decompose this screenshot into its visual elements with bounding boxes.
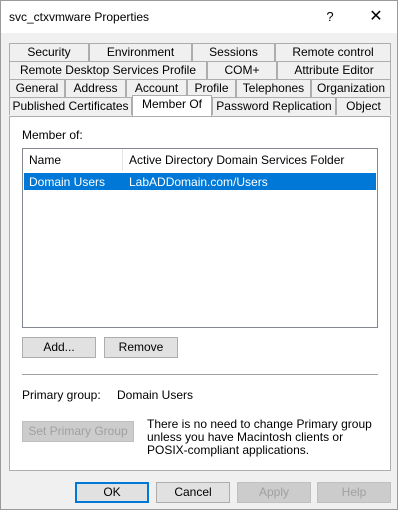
listview-header: Name Active Directory Domain Services Fo… [23,149,377,171]
tab-published-certificates[interactable]: Published Certificates [9,97,132,115]
tab-attribute-editor[interactable]: Attribute Editor [277,61,391,79]
tab-sessions[interactable]: Sessions [192,43,275,61]
tab-password-replication[interactable]: Password Replication [212,97,336,115]
member-of-label: Member of: [22,128,83,142]
primary-group-note: There is no need to change Primary group… [147,417,372,457]
section-divider [22,374,378,375]
ok-button[interactable]: OK [75,482,149,503]
tab-com-plus[interactable]: COM+ [207,61,277,79]
tab-row-1: Security Environment Sessions Remote con… [9,43,391,61]
help-button[interactable]: Help [317,482,391,503]
tab-remote-control[interactable]: Remote control [275,43,391,61]
properties-dialog: svc_ctxvmware Properties ? ✕ Security En… [0,0,398,510]
column-header-name[interactable]: Name [29,153,61,167]
remove-button[interactable]: Remove [104,337,178,358]
row-folder-cell: LabADDomain.com/Users [129,175,268,189]
primary-group-value: Domain Users [117,388,194,402]
set-primary-group-button[interactable]: Set Primary Group [22,421,134,442]
tab-member-of[interactable]: Member Of [132,95,212,116]
apply-button[interactable]: Apply [237,482,311,503]
add-button[interactable]: Add... [22,337,96,358]
primary-group-label: Primary group: [22,388,101,402]
help-title-button[interactable]: ? [313,1,347,33]
member-of-listview[interactable]: Name Active Directory Domain Services Fo… [22,148,378,328]
tab-row-2: Remote Desktop Services Profile COM+ Att… [9,61,391,79]
tab-address[interactable]: Address [65,79,126,97]
tab-environment[interactable]: Environment [89,43,192,61]
close-button[interactable]: ✕ [359,1,393,33]
row-name-cell: Domain Users [29,175,106,189]
cancel-button[interactable]: Cancel [156,482,230,503]
tab-object[interactable]: Object [336,97,391,115]
tab-general[interactable]: General [9,79,65,97]
tab-row-4: Published Certificates Member Of Passwor… [9,95,391,116]
column-header-folder[interactable]: Active Directory Domain Services Folder [129,153,344,167]
tab-telephones[interactable]: Telephones [236,79,311,97]
column-separator[interactable] [122,149,123,171]
title-bar: svc_ctxvmware Properties ? ✕ [1,1,397,33]
tab-organization[interactable]: Organization [311,79,391,97]
member-of-panel: Member of: Name Active Directory Domain … [9,116,391,471]
window-title: svc_ctxvmware Properties [9,10,150,24]
table-row[interactable]: Domain Users LabADDomain.com/Users [24,173,376,190]
tab-security[interactable]: Security [9,43,89,61]
tab-remote-desktop-services-profile[interactable]: Remote Desktop Services Profile [9,61,207,79]
